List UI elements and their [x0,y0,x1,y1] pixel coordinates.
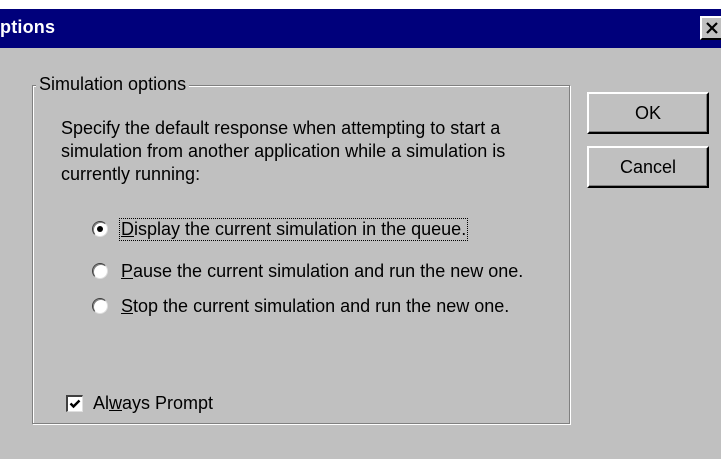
mnemonic-letter: P [121,260,134,281]
group-description: Specify the default response when attemp… [61,118,506,184]
title-bar: ptions [0,9,721,48]
cancel-button[interactable]: Cancel [587,146,709,188]
radio-display-in-queue[interactable]: Display the current simulation in the qu… [92,216,469,242]
radio-pause-and-run-new[interactable]: Pause the current simulation and run the… [92,258,524,284]
window-title: ptions [0,17,56,37]
radio-label: Pause the current simulation and run the… [120,261,524,282]
radio-label: Display the current simulation in the qu… [118,217,469,241]
radio-button[interactable] [92,221,108,237]
radio-label-text: ause the current simulation and run the … [133,260,524,281]
always-prompt-label: Always Prompt [93,393,213,414]
ok-button[interactable]: OK [587,92,709,134]
mnemonic-letter: S [121,295,134,316]
mnemonic-letter: w [109,392,123,413]
label-part: Al [93,392,110,413]
radio-button[interactable] [92,298,108,314]
close-icon [706,22,718,34]
group-legend: Simulation options [36,72,190,96]
radio-button[interactable] [92,263,108,279]
close-button[interactable] [700,16,721,40]
radio-stop-and-run-new[interactable]: Stop the current simulation and run the … [92,293,510,319]
radio-selected-dot [97,226,103,232]
label-part: ays Prompt [122,392,214,413]
always-prompt-checkbox-row[interactable]: Always Prompt [66,389,213,417]
radio-label: Stop the current simulation and run the … [120,296,510,317]
radio-label-text: isplay the current simulation in the que… [134,218,467,239]
always-prompt-checkbox[interactable] [66,394,83,412]
radio-label-text: top the current simulation and run the n… [133,295,510,316]
checkmark-icon [69,399,81,408]
mnemonic-letter: D [121,218,134,239]
